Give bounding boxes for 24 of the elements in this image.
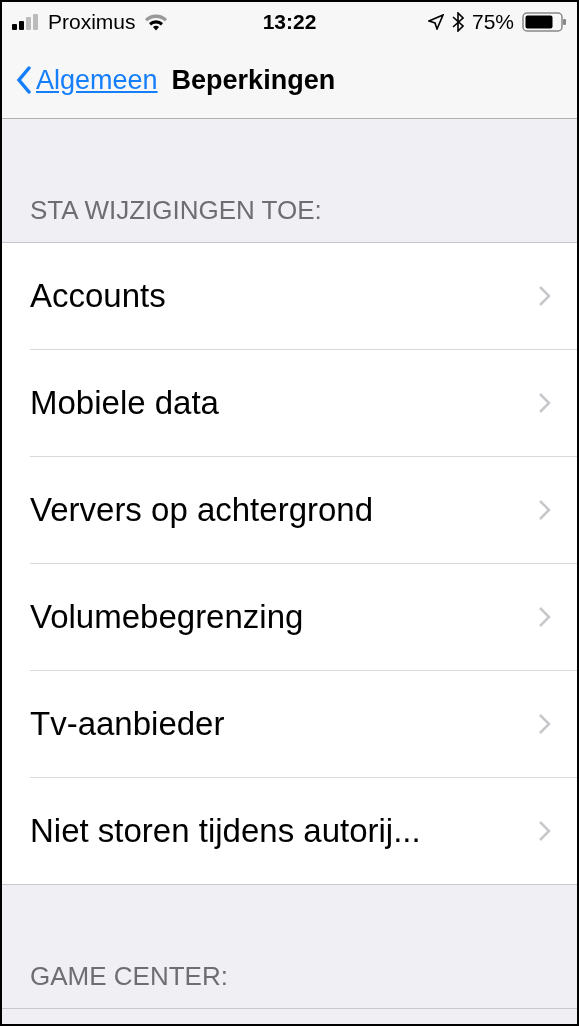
chevron-icon <box>538 392 551 414</box>
settings-row[interactable]: Volumebegrenzing <box>30 564 577 671</box>
location-arrow-icon <box>427 14 444 30</box>
settings-row[interactable]: Niet storen tijdens autorij... <box>30 778 577 884</box>
chevron-icon <box>538 606 551 628</box>
carrier-name: Proximus <box>48 10 136 34</box>
back-link[interactable]: Algemeen <box>16 64 158 96</box>
settings-row[interactable]: Ververs op achtergrond <box>30 457 577 564</box>
wifi-icon <box>143 13 168 31</box>
clock-time: 13:22 <box>262 10 317 34</box>
settings-row[interactable]: Mobiele data <box>30 350 577 457</box>
back-chevron-icon <box>16 66 32 94</box>
chevron-icon <box>538 499 551 521</box>
battery-icon <box>522 12 567 32</box>
battery-percentage: 75% <box>471 10 514 34</box>
chevron-icon <box>538 820 551 842</box>
signal-icon <box>12 14 40 30</box>
settings-row[interactable]: Accounts <box>30 243 577 350</box>
page-title: Beperkingen <box>171 64 336 96</box>
settings-row[interactable]: Tv-aanbieder <box>30 671 577 778</box>
chevron-icon <box>538 713 551 735</box>
chevron-icon <box>538 285 551 307</box>
bluetooth-icon <box>451 12 464 32</box>
section-header: GAME CENTER: <box>2 885 577 1009</box>
